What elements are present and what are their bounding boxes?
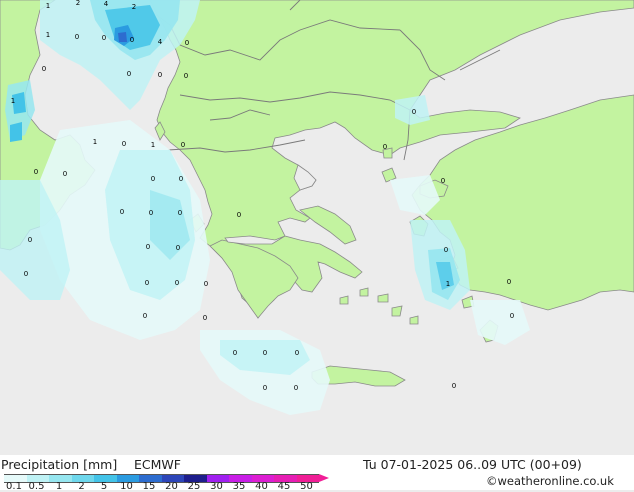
map-value: 1 [446, 280, 450, 288]
map-value: 4 [158, 38, 163, 46]
map-value: 0 [34, 168, 38, 176]
legend-label: 15 [142, 481, 156, 492]
legend-label: 30 [210, 481, 223, 492]
legend-label: 45 [277, 481, 291, 492]
map-value: 1 [151, 141, 155, 149]
cyclades-3 [391, 305, 403, 317]
map-value: 0 [149, 209, 153, 217]
precipitation-map: 1 2 4 2 1 0 0 0 4 0 0 0 0 0 1 1 0 1 0 0 … [0, 0, 634, 455]
map-value: 0 [412, 108, 416, 116]
legend-label: 25 [187, 481, 201, 492]
legend-label: 0.1 [6, 481, 22, 492]
map-value: 0 [510, 312, 514, 320]
map-value: 0 [158, 71, 162, 79]
map-value: 0 [179, 175, 183, 183]
legend-label: 50 [300, 481, 313, 492]
legend-label: 10 [120, 481, 133, 492]
map-value: 0 [237, 211, 241, 219]
map-value: 0 [441, 177, 445, 185]
legend-label: 40 [255, 481, 268, 492]
legend-arrow [319, 474, 329, 482]
map-value: 2 [76, 0, 80, 7]
map-value: 0 [507, 278, 511, 286]
map-value: 0 [146, 243, 150, 251]
map-value: 0 [75, 33, 79, 41]
map-value: 4 [104, 0, 109, 8]
map-value: 0 [295, 349, 299, 357]
map-value: 0 [185, 39, 189, 47]
map-value: 1 [93, 138, 97, 146]
map-value: 0 [143, 312, 147, 320]
map-value: 0 [184, 72, 188, 80]
map-value: 0 [452, 382, 456, 390]
legend-label: 20 [165, 481, 178, 492]
legend-label: 2 [78, 481, 85, 492]
map-value: 0 [24, 270, 28, 278]
map-value: 0 [28, 236, 32, 244]
map-footer: Precipitation [mm] ECMWF Tu 07-01-2025 0… [0, 455, 634, 490]
map-value: 0 [294, 384, 298, 392]
map-value: 0 [175, 279, 179, 287]
map-value: 0 [130, 36, 134, 44]
map-value: 0 [102, 34, 106, 42]
legend-label: 5 [100, 481, 108, 492]
map-value: 1 [46, 31, 50, 39]
map-value: 0 [63, 170, 67, 178]
map-value: 0 [263, 349, 267, 357]
precip-italy-3 [10, 122, 22, 142]
map-value: 0 [122, 140, 126, 148]
map-value: 1 [46, 2, 50, 10]
map-value: 0 [176, 244, 180, 252]
map-value: 0 [145, 279, 149, 287]
map-value: 0 [203, 314, 207, 322]
map-value: 2 [132, 3, 136, 11]
map-value: 0 [204, 280, 208, 288]
legend-label: 0.5 [28, 481, 45, 492]
product-label: Precipitation [mm] [1, 457, 118, 472]
legend-label: 1 [55, 481, 63, 492]
precip-core-dark [118, 32, 127, 42]
map-value: 0 [120, 208, 124, 216]
credit-text: ©weatheronline.co.uk [486, 474, 614, 488]
map-value: 0 [178, 209, 182, 217]
forecast-datetime: Tu 07-01-2025 06..09 UTC (00+09) [363, 457, 582, 472]
model-label: ECMWF [134, 457, 181, 472]
map-value: 0 [233, 349, 237, 357]
map-value: 0 [444, 246, 448, 254]
map-value: 0 [181, 141, 185, 149]
map-value: 0 [127, 70, 131, 78]
map-value: 0 [383, 143, 387, 151]
map-value: 0 [263, 384, 267, 392]
map-value: 0 [151, 175, 155, 183]
map-value: 0 [42, 65, 46, 73]
map-value: 1 [11, 97, 15, 105]
legend-label: 35 [232, 481, 246, 492]
